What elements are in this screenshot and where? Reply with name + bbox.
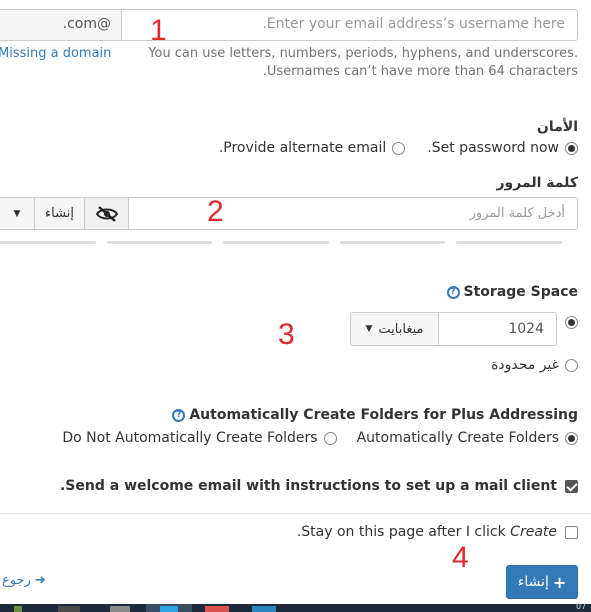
storage-quota-value: 1024 bbox=[508, 321, 544, 337]
password-placeholder: أدخل كلمة المرور bbox=[469, 206, 565, 221]
annotation-number: 2 bbox=[207, 195, 224, 228]
taskbar-app-icon[interactable] bbox=[160, 606, 178, 612]
radio-auto-folders[interactable] bbox=[565, 431, 578, 445]
eye-slash-icon bbox=[95, 205, 118, 222]
strength-segment bbox=[456, 241, 562, 244]
caret-down-icon: ▼ bbox=[365, 324, 373, 334]
strength-segment bbox=[339, 241, 446, 244]
back-link-label: رجوع bbox=[2, 573, 31, 588]
radio-storage-unlimited[interactable] bbox=[565, 358, 578, 372]
strength-segment bbox=[223, 241, 329, 244]
email-help-line1: You can use letters, numbers, periods, h… bbox=[148, 46, 578, 61]
radio-alternate-email[interactable] bbox=[392, 141, 406, 155]
password-strength-meter bbox=[0, 241, 562, 244]
email-domain-addon: .com@ bbox=[0, 9, 122, 41]
stay-on-page-checkbox[interactable] bbox=[565, 525, 578, 539]
annotation-number: 1 bbox=[150, 14, 167, 47]
plus-addressing-heading-row: ? Automatically Create Folders for Plus … bbox=[172, 407, 578, 423]
welcome-email-label: .Send a welcome email with instructions … bbox=[59, 478, 557, 494]
stay-on-page-label-text: .Stay on this page after I click bbox=[296, 524, 511, 540]
plus-option-no-auto-label: Do Not Automatically Create Folders bbox=[62, 430, 318, 446]
annotation-number: 4 bbox=[452, 541, 469, 574]
arrow-right-icon: ➜ bbox=[34, 573, 46, 588]
security-option-alternate-label: .Provide alternate email bbox=[218, 140, 387, 156]
email-domain-suffix: .com@ bbox=[62, 16, 111, 32]
password-generate-button[interactable]: إنشاء bbox=[34, 197, 85, 230]
welcome-email-row: .Send a welcome email with instructions … bbox=[60, 478, 578, 494]
stay-on-page-label: .Stay on this page after I click Create bbox=[297, 524, 557, 540]
taskbar: 07 bbox=[0, 602, 591, 612]
back-link[interactable]: رجوع ➜ bbox=[2, 573, 46, 588]
storage-heading: Storage Space bbox=[463, 284, 578, 300]
password-generate-dropdown[interactable]: ▼ bbox=[0, 197, 35, 230]
plus-icon: + bbox=[552, 572, 567, 592]
security-options: .Provide alternate email .Set password n… bbox=[219, 140, 578, 156]
create-button-label: إنشاء bbox=[517, 574, 549, 590]
security-heading: الأمان bbox=[536, 119, 578, 135]
password-label: كلمة المرور bbox=[496, 175, 578, 191]
taskbar-app-icon[interactable] bbox=[58, 606, 80, 612]
email-username-input[interactable]: .Enter your email address’s username her… bbox=[121, 9, 578, 41]
email-help-line2: .Usernames can’t have more than 64 chara… bbox=[262, 64, 578, 79]
storage-unit-label: ميغابايت bbox=[378, 321, 424, 337]
taskbar-app-icon[interactable] bbox=[14, 606, 22, 612]
create-button[interactable]: إنشاء + bbox=[506, 565, 578, 599]
password-generate-label: إنشاء bbox=[45, 206, 74, 221]
strength-segment bbox=[106, 241, 213, 244]
plus-option-auto-label: Automatically Create Folders bbox=[356, 430, 559, 446]
stay-on-page-row: .Stay on this page after I click Create bbox=[297, 524, 578, 540]
strength-segment bbox=[0, 241, 96, 244]
radio-no-auto-folders[interactable] bbox=[323, 431, 337, 445]
plus-addressing-heading: Automatically Create Folders for Plus Ad… bbox=[189, 407, 578, 423]
security-option-set-password-label: .Set password now bbox=[427, 140, 559, 156]
caret-down-icon: ▼ bbox=[13, 208, 21, 219]
taskbar-app-icon[interactable] bbox=[110, 606, 130, 612]
plus-addressing-options: Do Not Automatically Create Folders Auto… bbox=[62, 430, 578, 446]
taskbar-app-icon[interactable] bbox=[252, 606, 276, 612]
storage-quota-input[interactable]: 1024 bbox=[438, 312, 557, 346]
password-input[interactable]: أدخل كلمة المرور bbox=[128, 197, 578, 230]
email-username-placeholder: .Enter your email address’s username her… bbox=[262, 16, 565, 32]
storage-unlimited-label: غير محدودة bbox=[491, 357, 559, 373]
storage-heading-row: ? Storage Space bbox=[446, 284, 578, 300]
taskbar-clock[interactable]: 07 bbox=[576, 602, 586, 611]
stay-on-page-label-emphasis: Create bbox=[510, 524, 557, 540]
radio-storage-quota[interactable] bbox=[565, 316, 578, 329]
footer-divider bbox=[0, 513, 591, 514]
password-visibility-toggle[interactable] bbox=[84, 197, 129, 230]
annotation-number: 3 bbox=[278, 318, 295, 351]
storage-unit-dropdown[interactable]: ▼ ميغابايت bbox=[350, 312, 439, 346]
help-icon[interactable]: ? bbox=[172, 408, 186, 422]
help-icon[interactable]: ? bbox=[446, 285, 460, 299]
taskbar-app-icon[interactable] bbox=[205, 606, 229, 612]
welcome-email-checkbox[interactable] bbox=[565, 479, 578, 493]
missing-domain-link[interactable]: Missing a domain bbox=[0, 46, 111, 61]
radio-set-password[interactable] bbox=[565, 141, 578, 155]
storage-unlimited-option: غير محدودة bbox=[491, 357, 578, 373]
